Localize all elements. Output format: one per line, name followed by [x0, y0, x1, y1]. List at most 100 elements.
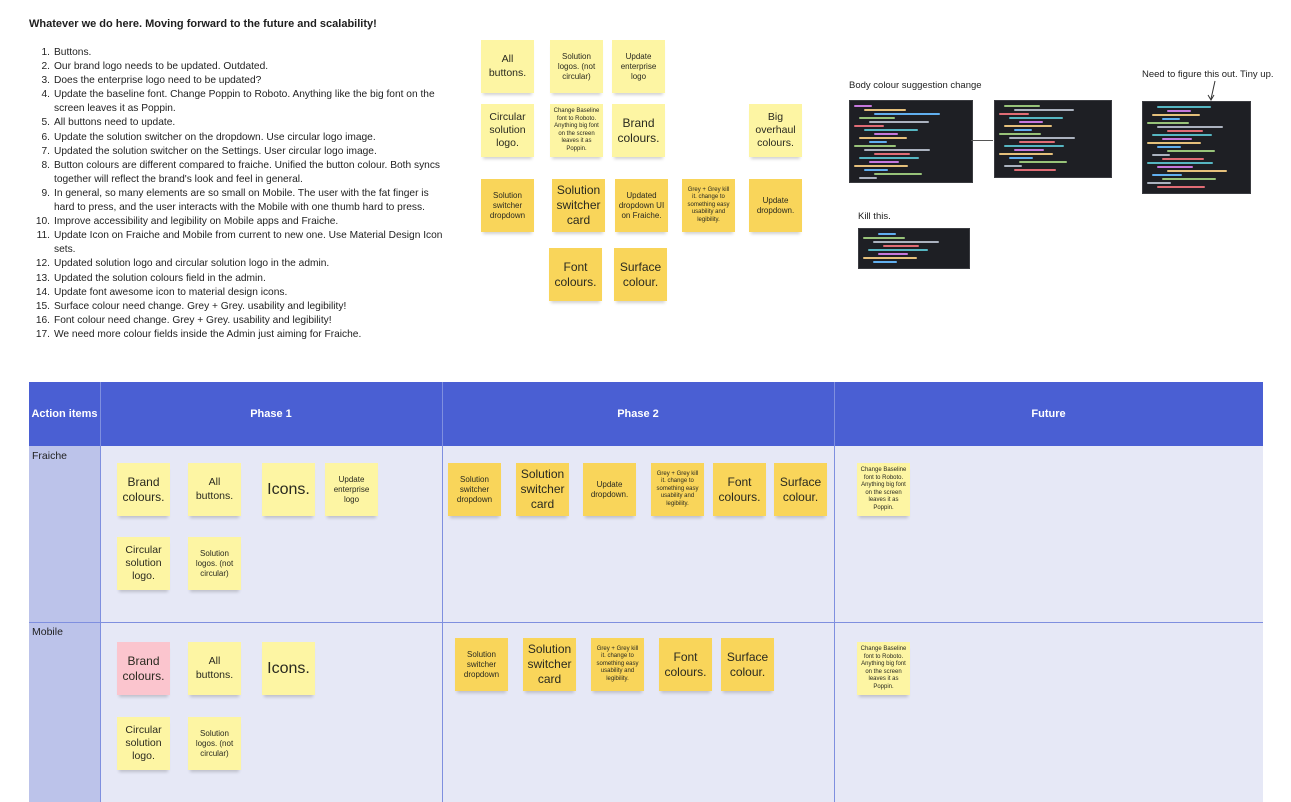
todo-item-text: Updated the solution switcher on the Set…: [54, 145, 377, 157]
table-header: Action items Phase 1 Phase 2 Future: [29, 382, 1263, 446]
code-line: [1152, 134, 1212, 136]
sticky-note[interactable]: Surface colour.: [721, 638, 774, 691]
sticky-note[interactable]: Icons.: [262, 463, 315, 516]
sticky-note[interactable]: Brand colours.: [612, 104, 665, 157]
sticky-note[interactable]: Solution switcher card: [516, 463, 569, 516]
sticky-note[interactable]: Circular solution logo.: [117, 537, 170, 590]
sticky-note[interactable]: Surface colour.: [774, 463, 827, 516]
todo-item: 2. Our brand logo needs to be updated. Ou…: [29, 60, 449, 74]
todo-item-number: 2.: [41, 61, 51, 73]
sticky-note[interactable]: Big overhaul colours.: [749, 104, 802, 157]
sticky-note[interactable]: Update enterprise logo: [325, 463, 378, 516]
sticky-note[interactable]: Solution switcher card: [552, 179, 605, 232]
table-divider: [100, 382, 101, 802]
action-items-table: Action items Phase 1 Phase 2 Future Frai…: [29, 382, 1263, 802]
sticky-note[interactable]: Font colours.: [659, 638, 712, 691]
sticky-note[interactable]: Grey + Grey kill it. change to something…: [682, 179, 735, 232]
sticky-note[interactable]: Brand colours.: [117, 642, 170, 695]
sticky-note[interactable]: Grey + Grey kill it. change to something…: [651, 463, 704, 516]
code-line: [863, 257, 917, 259]
code-line: [1009, 157, 1033, 159]
code-line: [1162, 118, 1180, 120]
code-line: [1157, 146, 1181, 148]
code-screenshot-4[interactable]: [858, 228, 970, 269]
todo-item-text: Our brand logo needs to be updated. Outd…: [54, 61, 269, 73]
header-phase-1: Phase 1: [250, 408, 292, 420]
code-line: [1004, 105, 1040, 107]
todo-item: 11. Update Icon on Fraiche and Mobile fro…: [29, 229, 449, 257]
code-line: [1167, 170, 1227, 172]
sticky-note[interactable]: Circular solution logo.: [117, 717, 170, 770]
sticky-note[interactable]: Update dropdown.: [583, 463, 636, 516]
sticky-note[interactable]: Grey + Grey kill it. change to something…: [591, 638, 644, 691]
code-line: [859, 157, 919, 159]
sticky-note[interactable]: Solution switcher dropdown: [481, 179, 534, 232]
todo-list: 1. Buttons. 2. Our brand logo needs to be u…: [29, 46, 449, 342]
sticky-note[interactable]: All buttons.: [481, 40, 534, 93]
sticky-note[interactable]: Updated dropdown UI on Fraiche.: [615, 179, 668, 232]
todo-item-number: 9.: [41, 187, 51, 199]
sticky-note[interactable]: Icons.: [262, 642, 315, 695]
todo-item-number: 8.: [41, 159, 51, 171]
code-line: [1014, 149, 1044, 151]
sticky-note[interactable]: Font colours.: [713, 463, 766, 516]
code-screenshot-2[interactable]: [994, 100, 1112, 178]
todo-item: 13. Updated the solution colours field in…: [29, 272, 449, 286]
code-screenshot-3[interactable]: [1142, 101, 1251, 194]
todo-item-text: Update the solution switcher on the drop…: [54, 131, 376, 143]
todo-item: 5. All buttons need to update.: [29, 116, 449, 130]
sticky-note[interactable]: Solution switcher dropdown: [448, 463, 501, 516]
todo-item-number: 10.: [35, 216, 50, 228]
code-line: [859, 137, 907, 139]
todo-item-text: We need more colour fields inside the Ad…: [54, 328, 362, 340]
sticky-note[interactable]: Surface colour.: [614, 248, 667, 301]
sticky-note[interactable]: Solution switcher dropdown: [455, 638, 508, 691]
code-line: [868, 249, 928, 251]
code-line: [1014, 109, 1074, 111]
todo-item-number: 16.: [35, 314, 50, 326]
table-divider: [834, 382, 835, 802]
code-line: [1167, 110, 1191, 112]
code-line: [873, 261, 897, 263]
sticky-note[interactable]: Font colours.: [549, 248, 602, 301]
sticky-note[interactable]: Update dropdown.: [749, 179, 802, 232]
sticky-note[interactable]: Solution logos. (not circular): [188, 717, 241, 770]
code-line: [999, 153, 1053, 155]
todo-item-number: 5.: [41, 117, 51, 129]
code-line: [874, 173, 922, 175]
code-line: [1019, 141, 1055, 143]
caption-kill-this: Kill this.: [858, 211, 891, 222]
todo-item: 15. Surface colour need change. Grey + Gr…: [29, 300, 449, 314]
sticky-note[interactable]: Change Baseline font to Roboto. Anything…: [550, 104, 603, 157]
code-line: [1147, 162, 1213, 164]
code-line: [869, 121, 929, 123]
sticky-note[interactable]: All buttons.: [188, 463, 241, 516]
sticky-note[interactable]: Update enterprise logo: [612, 40, 665, 93]
todo-item-number: 7.: [41, 145, 51, 157]
sticky-note[interactable]: Change Baseline font to Roboto. Anything…: [857, 463, 910, 516]
code-line: [874, 133, 898, 135]
code-line: [1162, 178, 1216, 180]
todo-item: 14. Update font awesome icon to material …: [29, 286, 449, 300]
sticky-note[interactable]: Solution switcher card: [523, 638, 576, 691]
code-line: [1009, 117, 1063, 119]
code-screenshot-1[interactable]: [849, 100, 973, 183]
code-line: [854, 165, 908, 167]
code-line: [854, 105, 872, 107]
todo-item-text: Button colours are different compared to…: [54, 159, 441, 185]
code-line: [999, 113, 1029, 115]
todo-item: 8. Button colours are different compared …: [29, 159, 449, 187]
todo-item-number: 6.: [41, 131, 51, 143]
sticky-note[interactable]: Change Baseline font to Roboto. Anything…: [857, 642, 910, 695]
sticky-note[interactable]: Solution logos. (not circular): [550, 40, 603, 93]
code-line: [1157, 166, 1193, 168]
sticky-note[interactable]: Solution logos. (not circular): [188, 537, 241, 590]
sticky-note[interactable]: Brand colours.: [117, 463, 170, 516]
arrow-icon: [1207, 80, 1216, 101]
todo-item: 4. Update the baseline font. Change Poppi…: [29, 88, 449, 116]
todo-item-text: Update the baseline font. Change Poppin …: [54, 89, 435, 115]
sticky-note[interactable]: Circular solution logo.: [481, 104, 534, 157]
connector-line: [971, 140, 993, 141]
sticky-note[interactable]: All buttons.: [188, 642, 241, 695]
code-line: [854, 145, 896, 147]
